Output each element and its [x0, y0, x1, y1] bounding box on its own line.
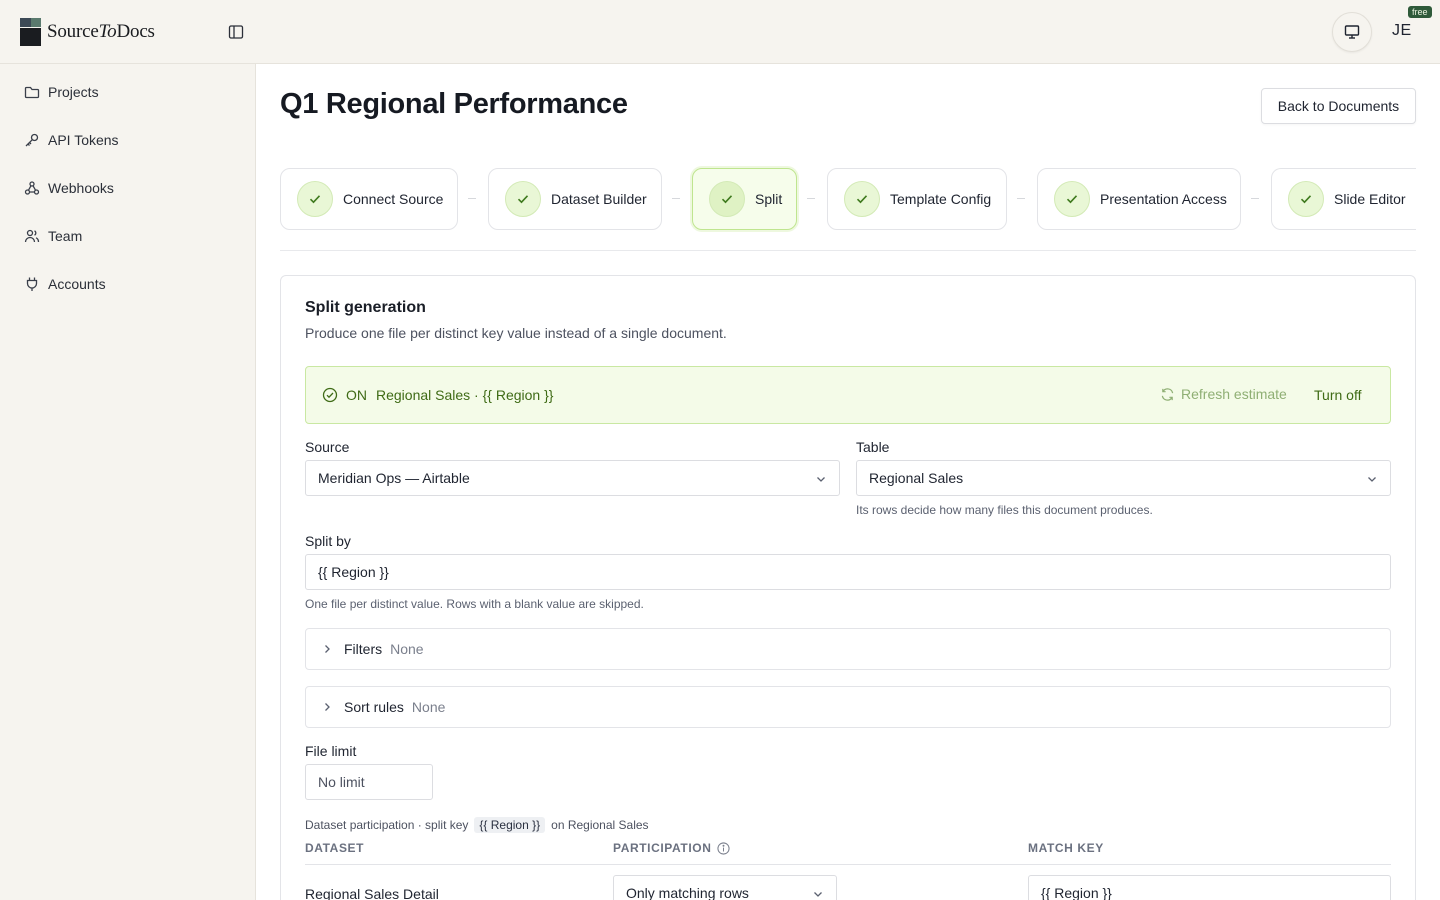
check-icon — [297, 181, 333, 217]
file-limit-label: File limit — [305, 743, 357, 759]
sort-rules-section[interactable]: Sort rules None — [305, 686, 1391, 728]
sidebar-item-label: Webhooks — [48, 180, 114, 196]
split-card: Split generation Produce one file per di… — [280, 275, 1416, 900]
top-bar: SourceToDocs JE free — [0, 0, 1440, 64]
sidebar-toggle-icon[interactable] — [228, 24, 244, 40]
split-status-banner: ON Regional Sales · {{ Region }} Refresh… — [305, 366, 1391, 424]
plug-icon — [26, 277, 38, 291]
chevron-down-icon — [1368, 477, 1376, 482]
check-icon — [505, 181, 541, 217]
sidebar-item-label: Team — [48, 228, 83, 244]
table-select[interactable]: Regional Sales — [856, 460, 1391, 496]
column-header-participation: PARTICIPATION — [613, 841, 731, 855]
step-connector — [1017, 198, 1025, 199]
sidebar-item-api-tokens[interactable]: API Tokens — [24, 128, 119, 152]
present-button[interactable] — [1332, 12, 1372, 52]
refresh-icon — [1161, 387, 1174, 401]
check-icon — [1054, 181, 1090, 217]
step-label: Split — [755, 191, 783, 207]
column-header-dataset: DATASET — [305, 841, 365, 855]
split-state: ON — [346, 387, 367, 403]
users-icon — [24, 229, 40, 243]
check-circle-icon — [322, 387, 338, 403]
participation-select[interactable]: Only matching rows — [613, 875, 837, 900]
split-by-input[interactable]: {{ Region }} — [305, 554, 1391, 590]
check-icon — [709, 181, 745, 217]
key-icon — [25, 133, 39, 147]
split-by-help: One file per distinct value. Rows with a… — [305, 597, 644, 611]
chevron-right-icon — [325, 645, 330, 653]
check-icon — [1288, 181, 1324, 217]
app-logo[interactable]: SourceToDocs — [20, 18, 155, 46]
user-avatar[interactable]: JE — [1392, 22, 1412, 40]
webhook-icon — [24, 181, 40, 195]
main-content: Q1 Regional Performance Back to Document… — [256, 64, 1440, 900]
step-connect-source[interactable]: Connect Source — [280, 168, 458, 230]
sidebar-item-label: API Tokens — [48, 132, 119, 148]
table-label: Table — [856, 439, 890, 455]
filters-section[interactable]: Filters None — [305, 628, 1391, 670]
chevron-right-icon — [325, 703, 330, 711]
row-dataset-name: Regional Sales Detail — [305, 886, 439, 900]
folder-icon — [24, 86, 40, 99]
chevron-down-icon — [814, 892, 822, 897]
source-select[interactable]: Meridian Ops — Airtable — [305, 460, 840, 496]
step-connector — [468, 198, 476, 199]
step-label: Template Config — [890, 191, 992, 207]
sidebar-item-label: Accounts — [48, 276, 106, 292]
plan-badge: free — [1408, 6, 1432, 18]
sidebar-item-team[interactable]: Team — [24, 224, 82, 248]
sidebar-item-accounts[interactable]: Accounts — [24, 272, 106, 296]
split-by-label: Split by — [305, 533, 351, 549]
stepper-divider — [280, 250, 1416, 251]
split-summary: Regional Sales · {{ Region }} — [376, 387, 554, 403]
column-header-match-key: MATCH KEY — [1028, 841, 1104, 855]
table-header-divider — [305, 864, 1391, 865]
turn-off-button[interactable]: Turn off — [1314, 387, 1361, 403]
logo-text: SourceToDocs — [47, 21, 155, 42]
monitor-icon — [1344, 25, 1360, 39]
check-icon — [844, 181, 880, 217]
logo-mark-icon — [20, 18, 41, 46]
step-split[interactable]: Split — [692, 168, 797, 230]
chevron-down-icon — [817, 477, 825, 482]
step-presentation-access[interactable]: Presentation Access — [1037, 168, 1241, 230]
split-key-chip: {{ Region }} — [474, 817, 546, 833]
step-connector — [807, 198, 815, 199]
participation-caption: Dataset participation · split key {{ Reg… — [305, 817, 649, 833]
step-label: Dataset Builder — [551, 191, 647, 207]
page-title: Q1 Regional Performance — [280, 88, 628, 120]
step-connector — [1251, 198, 1259, 199]
sidebar: Projects API Tokens Webhooks Team Accoun… — [0, 64, 256, 900]
match-key-input[interactable]: {{ Region }} — [1028, 875, 1391, 900]
sidebar-item-label: Projects — [48, 84, 99, 100]
sidebar-item-projects[interactable]: Projects — [24, 80, 99, 104]
step-label: Presentation Access — [1100, 191, 1227, 207]
split-title: Split generation — [305, 299, 426, 316]
step-label: Slide Editor — [1334, 191, 1406, 207]
step-label: Connect Source — [343, 191, 444, 207]
split-subtitle: Produce one file per distinct key value … — [305, 325, 727, 341]
back-to-documents-button[interactable]: Back to Documents — [1261, 88, 1416, 124]
file-limit-input[interactable]: No limit — [305, 764, 433, 800]
info-icon[interactable] — [717, 841, 731, 855]
step-dataset-builder[interactable]: Dataset Builder — [488, 168, 662, 230]
step-connector — [672, 198, 680, 199]
refresh-estimate-button[interactable]: Refresh estimate — [1160, 386, 1287, 402]
step-slide-editor[interactable]: Slide Editor — [1271, 168, 1416, 230]
step-template-config[interactable]: Template Config — [827, 168, 1007, 230]
table-help: Its rows decide how many files this docu… — [856, 503, 1153, 517]
source-label: Source — [305, 439, 350, 455]
sidebar-item-webhooks[interactable]: Webhooks — [24, 176, 114, 200]
